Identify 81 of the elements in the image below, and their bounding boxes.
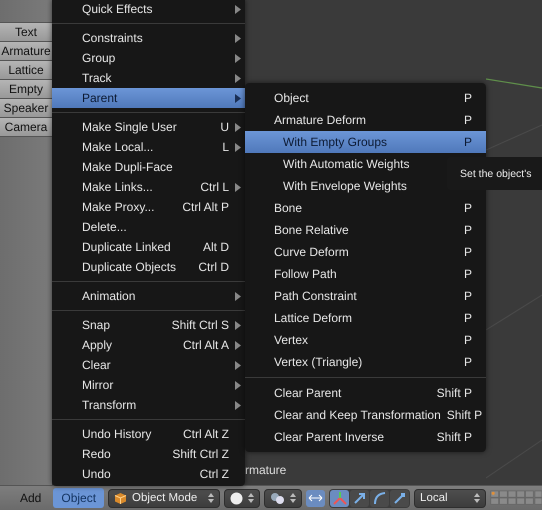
menu-item[interactable]: Make Proxy... Ctrl Alt P <box>52 197 245 217</box>
submenu-arrow-icon <box>235 74 241 82</box>
orientation-dropdown[interactable]: Local <box>414 488 486 508</box>
menu-item[interactable]: With Empty Groups P <box>245 131 486 153</box>
menu-item[interactable]: Make Local... L <box>52 137 245 157</box>
submenu-arrow-icon <box>235 54 241 62</box>
menu-item[interactable]: Clear and Keep Transformation Shift P <box>245 404 486 426</box>
menu-item[interactable]: Vertex (Triangle) P <box>245 351 486 373</box>
menu-item[interactable]: Undo Ctrl Z <box>52 464 245 484</box>
submenu-arrow-icon <box>235 292 241 300</box>
shading-dropdown[interactable] <box>224 488 260 508</box>
curve-icon <box>372 491 387 505</box>
menu-item[interactable]: Animation <box>52 286 245 306</box>
submenu-arrow-icon <box>235 94 241 102</box>
header-menu[interactable]: Add <box>12 488 50 508</box>
menu-item[interactable]: Mirror <box>52 375 245 395</box>
menu-item[interactable]: Lattice Deform P <box>245 307 486 329</box>
menu-item[interactable]: Duplicate Objects Ctrl D <box>52 257 245 277</box>
tool-button[interactable]: Speaker <box>0 98 52 118</box>
translate-button[interactable] <box>350 490 370 506</box>
submenu-arrow-icon <box>235 142 241 152</box>
menu-item[interactable]: Follow Path P <box>245 263 486 285</box>
menu-item[interactable]: Armature Deform P <box>245 109 486 131</box>
menu-item[interactable]: Quick Effects <box>52 0 245 19</box>
mode-dropdown[interactable]: Object Mode <box>108 488 220 508</box>
cube-icon <box>114 492 128 504</box>
menu-item[interactable]: Vertex P <box>245 329 486 351</box>
submenu-arrow-icon <box>235 122 241 132</box>
submenu-arrow-icon <box>235 4 241 14</box>
menu-item[interactable]: Clear Parent Shift P <box>245 382 486 404</box>
pivot-dropdown[interactable] <box>264 488 302 508</box>
menu-item[interactable]: Object P <box>245 87 486 109</box>
menu-item[interactable]: Duplicate Linked Alt D <box>52 237 245 257</box>
menu-item[interactable]: Curve Deform P <box>245 241 486 263</box>
updown-arrow-icon <box>208 492 214 504</box>
submenu-arrow-icon <box>235 380 241 390</box>
updown-arrow-icon <box>290 492 296 504</box>
menu-item[interactable]: Undo History Ctrl Alt Z <box>52 424 245 444</box>
submenu-arrow-icon <box>235 360 241 370</box>
menu-item[interactable]: Delete... <box>52 217 245 237</box>
scale-button[interactable] <box>390 490 410 506</box>
menu-item[interactable]: Parent <box>52 88 245 108</box>
menu-item[interactable]: Snap Shift Ctrl S <box>52 315 245 335</box>
manipulator-toggle[interactable] <box>306 490 326 506</box>
rotate-button[interactable] <box>370 490 390 506</box>
menu-item[interactable]: Clear <box>52 355 245 375</box>
menu-item[interactable]: Make Single User U <box>52 117 245 137</box>
tool-button[interactable]: Armature <box>0 41 52 61</box>
tool-button[interactable]: Camera <box>0 117 52 137</box>
submenu-arrow-icon <box>235 320 241 330</box>
updown-arrow-icon <box>248 492 254 504</box>
layer-grid-drawing <box>490 489 542 507</box>
menu-item[interactable]: Make Links... Ctrl L <box>52 177 245 197</box>
tool-button[interactable]: Text <box>0 22 52 42</box>
submenu-arrow-icon <box>235 340 241 350</box>
menu-item[interactable]: Path Constraint P <box>245 285 486 307</box>
arrow-icon <box>352 491 367 505</box>
arrows-icon <box>308 492 324 504</box>
menu-item[interactable]: Bone P <box>245 197 486 219</box>
updown-arrow-icon <box>474 492 480 504</box>
axes-icon <box>332 491 347 505</box>
menu-item[interactable]: Group <box>52 48 245 68</box>
tool-button[interactable]: Empty <box>0 79 52 99</box>
scale-icon <box>392 491 407 505</box>
menu-item[interactable]: Transform <box>52 395 245 415</box>
submenu-arrow-icon <box>235 34 241 42</box>
submenu-arrow-icon <box>235 400 241 410</box>
sphere-icon <box>230 492 244 504</box>
menu-item[interactable]: Apply Ctrl Alt A <box>52 335 245 355</box>
header-menu[interactable]: Object <box>53 488 104 508</box>
axes-button[interactable] <box>330 490 350 506</box>
pivot-icon <box>270 492 286 504</box>
menu-item[interactable]: Clear Parent Inverse Shift P <box>245 426 486 448</box>
submenu-arrow-icon <box>235 182 241 192</box>
menu-item[interactable]: Constraints <box>52 28 245 48</box>
object-name-label: rmature <box>245 463 286 477</box>
menu-item[interactable]: Make Dupli-Face <box>52 157 245 177</box>
menu-item[interactable]: Redo Shift Ctrl Z <box>52 444 245 464</box>
menu-item[interactable]: Track <box>52 68 245 88</box>
tool-button[interactable]: Lattice <box>0 60 52 80</box>
menu-item[interactable]: Bone Relative P <box>245 219 486 241</box>
